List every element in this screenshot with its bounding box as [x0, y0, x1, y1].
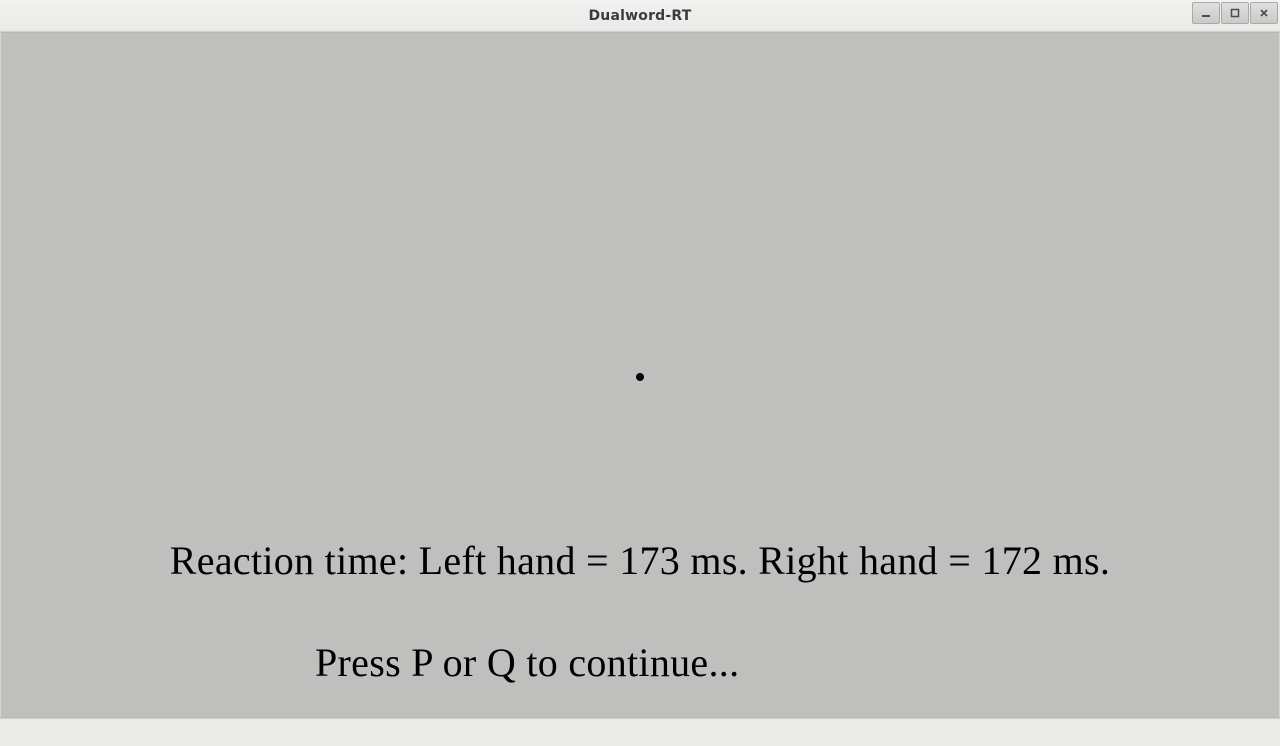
experiment-stage[interactable]: Reaction time: Left hand = 173 ms. Right…	[0, 32, 1280, 718]
fixation-dot-icon	[636, 373, 644, 381]
minimize-icon	[1201, 8, 1211, 18]
close-button[interactable]	[1250, 2, 1278, 24]
minimize-button[interactable]	[1192, 2, 1220, 24]
window-title: Dualword-RT	[588, 8, 691, 24]
reaction-time-feedback: Reaction time: Left hand = 173 ms. Right…	[1, 537, 1279, 584]
continue-prompt: Press P or Q to continue...	[315, 639, 739, 686]
window-controls	[1192, 2, 1278, 24]
window-bottombar	[0, 718, 1280, 746]
maximize-icon	[1230, 8, 1240, 18]
window-titlebar: Dualword-RT	[0, 0, 1280, 32]
maximize-button[interactable]	[1221, 2, 1249, 24]
close-icon	[1259, 8, 1269, 18]
